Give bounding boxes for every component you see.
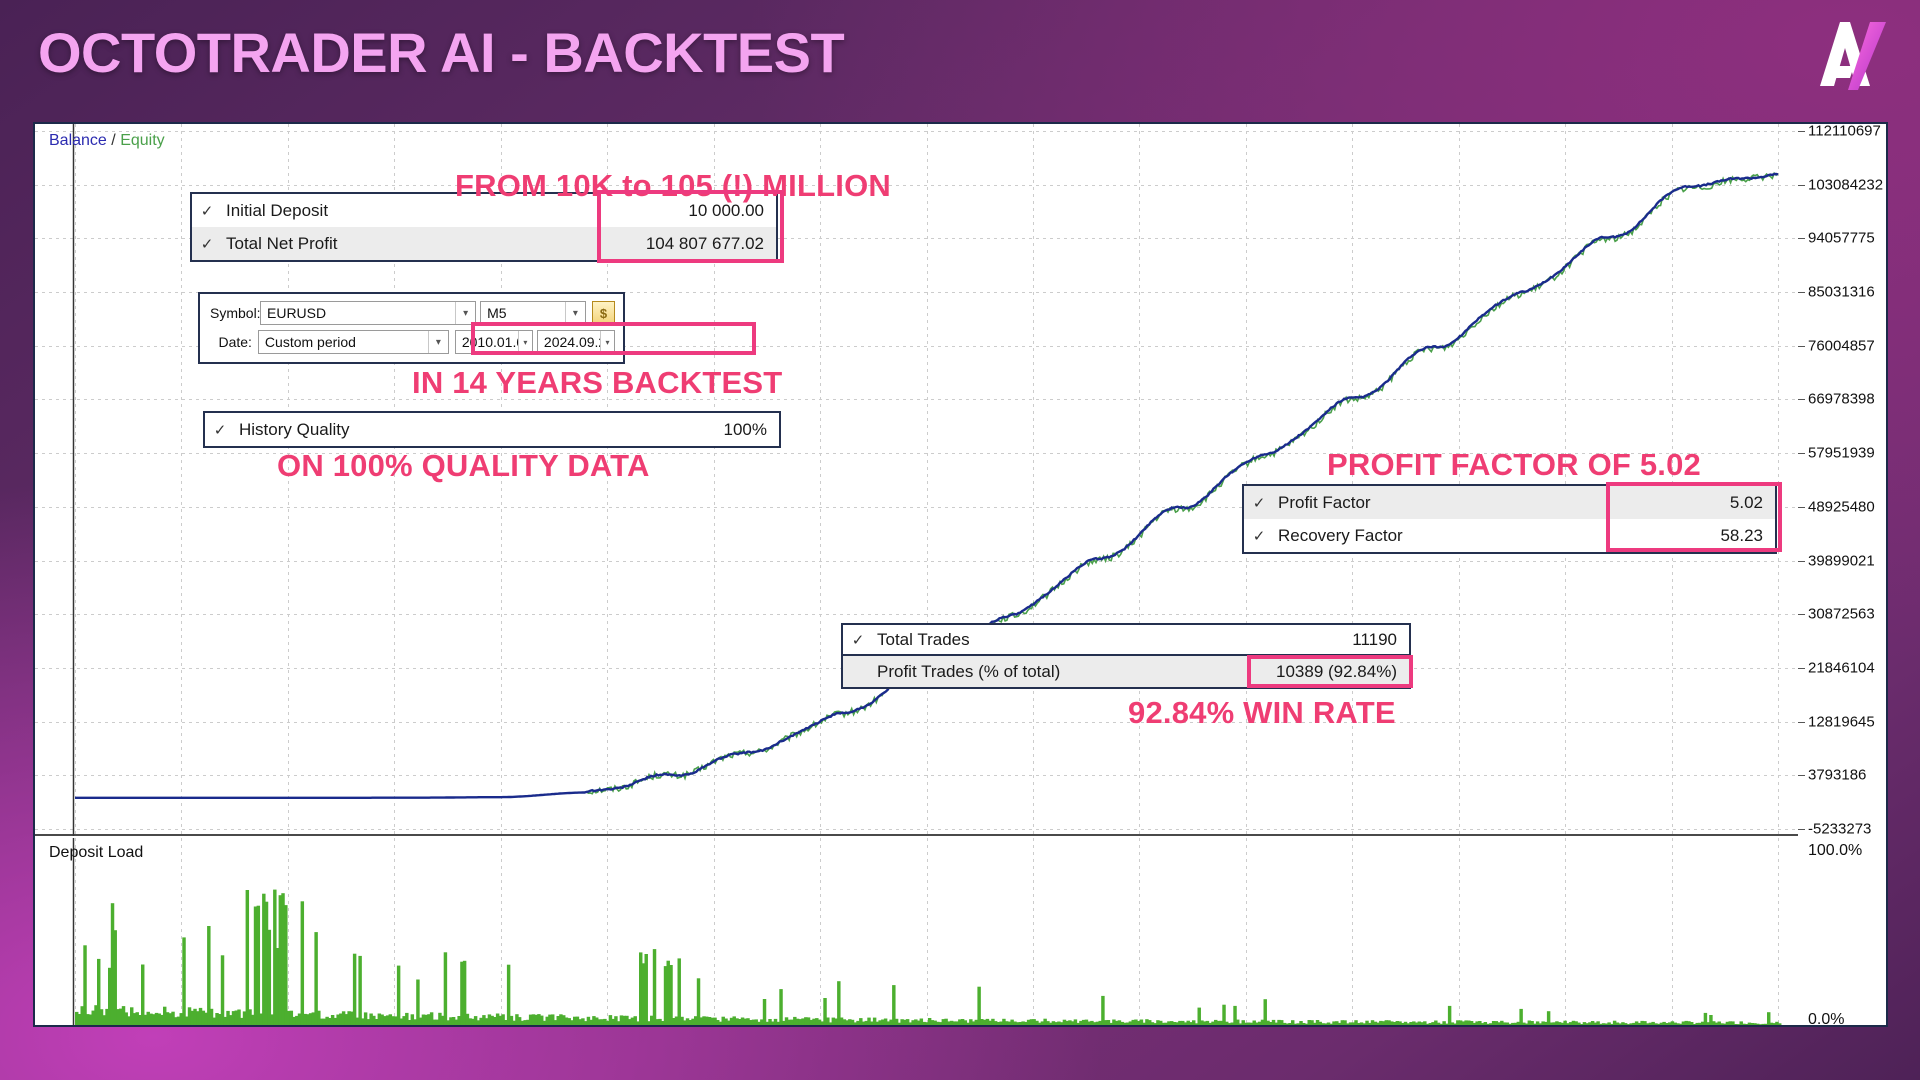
stat-value: 104 807 677.02 [645, 233, 764, 253]
stat-value: 100% [723, 419, 767, 439]
timeframe-value: M5 [487, 305, 507, 321]
legend-balance: Balance [49, 132, 107, 149]
chevron-down-icon[interactable]: ▾ [600, 331, 614, 353]
symbol-value: EURUSD [267, 305, 327, 321]
deposit-load-label: Deposit Load [49, 844, 144, 861]
y-axis-tick-mark [1798, 131, 1805, 132]
legend-equity: Equity [120, 132, 165, 149]
row-checkmark-icon: ✓ [213, 421, 227, 439]
stat-label: Total Trades [877, 629, 970, 649]
y-axis-tick-mark [1798, 184, 1805, 186]
date-to-input[interactable]: 2024.09.26 ▾ [536, 330, 615, 354]
stat-label: History Quality [239, 419, 350, 439]
y-axis-tick: 48925480 [1808, 498, 1875, 516]
stat-value: 11190 [1352, 629, 1397, 649]
settings-box: Symbol: EURUSD ▾ M5 ▾ $ Date: Custom per… [198, 292, 625, 364]
stat-label: Total Net Profit [226, 233, 338, 253]
y-axis-tick-mark [1798, 238, 1805, 240]
y-axis-tick-mark [1798, 453, 1805, 455]
y-axis-tick: 57951939 [1808, 444, 1875, 462]
row-checkmark-icon: ✓ [200, 202, 214, 220]
row-checkmark-icon: ✓ [1252, 494, 1266, 512]
history-quality-table: ✓ History Quality 100% [203, 411, 781, 448]
symbol-row: Symbol: EURUSD ▾ M5 ▾ $ [208, 300, 615, 326]
row-checkmark-icon: ✓ [200, 235, 214, 253]
stat-value: 58.23 [1720, 525, 1763, 545]
profit-factor-table: ✓ Profit Factor 5.02 ✓ Recovery Factor 5… [1242, 484, 1777, 554]
y-axis-tick: 112110697 [1808, 122, 1881, 140]
deposit-histogram [75, 889, 1782, 1025]
currency-button[interactable]: $ [591, 301, 615, 325]
annotation-3: PROFIT FACTOR OF 5.02 [1327, 447, 1701, 482]
stat-label: Profit Trades (% of total) [877, 661, 1061, 681]
annotation-1: IN 14 YEARS BACKTEST [412, 365, 783, 400]
y-axis-tick-mark [1798, 345, 1805, 347]
date-row: Date: Custom period ▾ 2010.01.01 ▾ 2024.… [208, 329, 615, 355]
page-title: OCTOTRADER AI - BACKTEST [38, 21, 845, 84]
chevron-down-icon[interactable]: ▾ [517, 331, 532, 353]
y-axis-tick: 3793186 [1808, 766, 1867, 784]
y-axis-tick-mark [1798, 775, 1805, 777]
table-row: ✓ Total Trades 11190 [841, 623, 1411, 656]
y-axis-tick: -5233273 [1808, 820, 1872, 838]
table-row: ✓ History Quality 100% [205, 413, 779, 446]
y-axis-tick-mark [1798, 292, 1805, 294]
chevron-down-icon[interactable]: ▾ [455, 302, 476, 324]
y-axis-tick: 66978398 [1808, 390, 1875, 408]
annotation-0: FROM 10K to 105 (!) MILLION [455, 168, 891, 203]
legend-separator: / [111, 132, 116, 149]
y-axis-tick: 85031316 [1808, 283, 1875, 301]
table-row: ✓ Total Net Profit 104 807 677.02 [192, 227, 776, 260]
y-axis-tick: 12819645 [1808, 713, 1875, 731]
trades-stats-table: ✓ Total Trades 11190 Profit Trades (% of… [841, 623, 1411, 689]
y-axis-tick: 30872563 [1808, 605, 1875, 623]
row-checkmark-icon: ✓ [851, 631, 865, 649]
symbol-select[interactable]: EURUSD ▾ [260, 301, 477, 325]
table-row: ✓ Profit Factor 5.02 [1244, 486, 1775, 519]
period-value: Custom period [264, 334, 356, 350]
deposit-load-tick: 0.0% [1808, 1011, 1845, 1027]
header: OCTOTRADER AI - BACKTEST [0, 0, 1920, 118]
y-axis-tick-mark [1798, 399, 1805, 401]
period-select[interactable]: Custom period ▾ [257, 330, 449, 354]
deposit-load-chart: Deposit Load [35, 838, 1798, 1025]
table-row: Profit Trades (% of total) 10389 (92.84%… [841, 656, 1411, 689]
backtest-report-panel: Balance / Equity Deposit Load 112110697 1… [33, 122, 1888, 1027]
annotation-2: ON 100% QUALITY DATA [277, 448, 650, 483]
annotation-4: 92.84% WIN RATE [1128, 695, 1396, 730]
y-axis-tick: 39899021 [1808, 552, 1875, 570]
y-axis-tick: 103084232 [1808, 176, 1884, 194]
chevron-down-icon[interactable]: ▾ [427, 331, 448, 353]
y-axis-tick: 76004857 [1808, 337, 1875, 355]
y-axis-tick: 94057775 [1808, 229, 1875, 247]
slide-root: OCTOTRADER AI - BACKTEST Balance / Equit… [0, 0, 1920, 1080]
brand-logo-icon [1820, 22, 1886, 90]
stat-label: Profit Factor [1278, 492, 1371, 512]
symbol-label: Symbol: [210, 305, 261, 321]
deposit-load-tick: 100.0% [1808, 842, 1863, 859]
y-axis-tick-mark [1798, 614, 1805, 616]
stat-label: Recovery Factor [1278, 525, 1403, 545]
y-axis-tick-mark [1798, 721, 1805, 723]
stat-value: 5.02 [1729, 492, 1763, 512]
timeframe-select[interactable]: M5 ▾ [480, 301, 586, 325]
y-axis-tick-mark [1798, 667, 1805, 669]
y-axis-tick-mark [1798, 506, 1805, 508]
y-axis-tick-mark [1798, 560, 1805, 562]
y-axis-tick-mark [1798, 829, 1805, 830]
stat-value: 10389 (92.84%) [1276, 661, 1397, 681]
date-label: Date: [218, 334, 252, 350]
chart-legend: Balance / Equity [49, 132, 165, 150]
table-row: ✓ Recovery Factor 58.23 [1244, 519, 1775, 552]
date-from-input[interactable]: 2010.01.01 ▾ [454, 330, 533, 354]
y-axis: 112110697 103084232 94057775 85031316 760048… [1798, 122, 1886, 1027]
y-axis-tick: 21846104 [1808, 659, 1875, 677]
chevron-down-icon[interactable]: ▾ [564, 302, 585, 324]
row-checkmark-icon: ✓ [1252, 527, 1266, 545]
